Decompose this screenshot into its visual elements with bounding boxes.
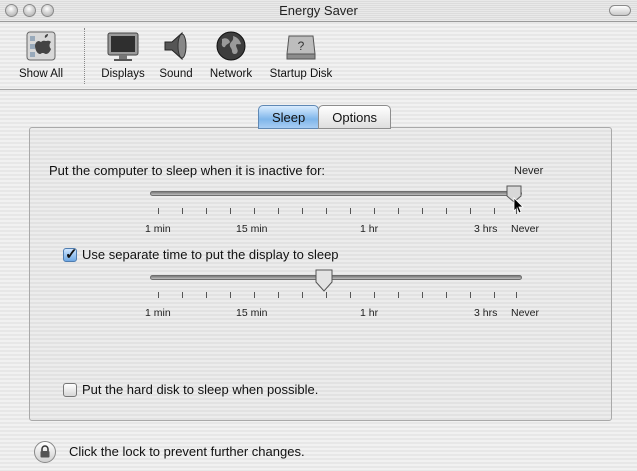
toolbar-label-show-all: Show All: [18, 68, 64, 80]
speaker-icon: [158, 28, 194, 64]
lock-label: Click the lock to prevent further change…: [69, 444, 305, 459]
computer-sleep-value: Never: [514, 165, 544, 177]
computer-sleep-ticks: [158, 208, 518, 214]
computer-sleep-slider-track[interactable]: [150, 191, 522, 196]
display-sleep-tick-15min: 15 min: [236, 307, 268, 319]
toolbar-show-all[interactable]: Show All: [4, 28, 78, 80]
toolbar-label-displays: Displays: [101, 68, 145, 80]
hard-disk-sleep-label: Put the hard disk to sleep when possible…: [82, 382, 319, 397]
computer-sleep-label: Put the computer to sleep when it is ina…: [49, 163, 326, 178]
title-bar: Energy Saver: [0, 0, 637, 22]
toolbar-network[interactable]: Network: [202, 28, 260, 80]
display-monitor-icon: [105, 28, 141, 64]
display-sleep-slider-track[interactable]: [150, 275, 522, 280]
hard-disk-sleep-checkbox[interactable]: [63, 383, 77, 397]
display-sleep-tick-never: Never: [511, 307, 540, 319]
display-sleep-label: Use separate time to put the display to …: [82, 247, 339, 262]
display-sleep-slider-thumb[interactable]: [315, 269, 333, 293]
computer-sleep-tick-1hr: 1 hr: [360, 223, 379, 235]
toolbar-sound[interactable]: Sound: [154, 28, 198, 80]
tab-bar: Sleep Options: [258, 105, 392, 129]
lock-icon: [40, 445, 50, 458]
svg-text:?: ?: [298, 39, 305, 53]
toolbar-startup-disk[interactable]: ? Startup Disk: [262, 28, 340, 80]
tab-options[interactable]: Options: [318, 105, 392, 129]
lock-button[interactable]: [34, 441, 56, 463]
toolbar-label-sound: Sound: [159, 68, 193, 80]
computer-sleep-tick-1min: 1 min: [145, 223, 171, 235]
toolbar: Show All Displays Sound Network ? Startu…: [0, 22, 637, 90]
display-sleep-checkbox[interactable]: ✓: [63, 246, 78, 263]
display-sleep-tick-1hr: 1 hr: [360, 307, 379, 319]
toolbar-label-startup-disk: Startup Disk: [269, 68, 333, 80]
hard-disk-icon: ?: [283, 28, 319, 64]
toolbar-separator: [84, 28, 85, 84]
toolbar-toggle-button[interactable]: [609, 5, 631, 16]
toolbar-label-network: Network: [209, 68, 253, 80]
checkmark-icon: ✓: [65, 246, 78, 263]
computer-sleep-tick-3hrs: 3 hrs: [474, 223, 498, 235]
globe-icon: [213, 28, 249, 64]
display-sleep-tick-1min: 1 min: [145, 307, 171, 319]
computer-sleep-tick-never: Never: [511, 223, 540, 235]
display-sleep-tick-3hrs: 3 hrs: [474, 307, 498, 319]
computer-sleep-tick-15min: 15 min: [236, 223, 268, 235]
display-sleep-ticks: [158, 292, 518, 298]
toolbar-displays[interactable]: Displays: [94, 28, 152, 80]
window-title: Energy Saver: [279, 3, 358, 18]
apple-show-all-icon: [23, 28, 59, 64]
tab-sleep[interactable]: Sleep: [258, 105, 320, 129]
